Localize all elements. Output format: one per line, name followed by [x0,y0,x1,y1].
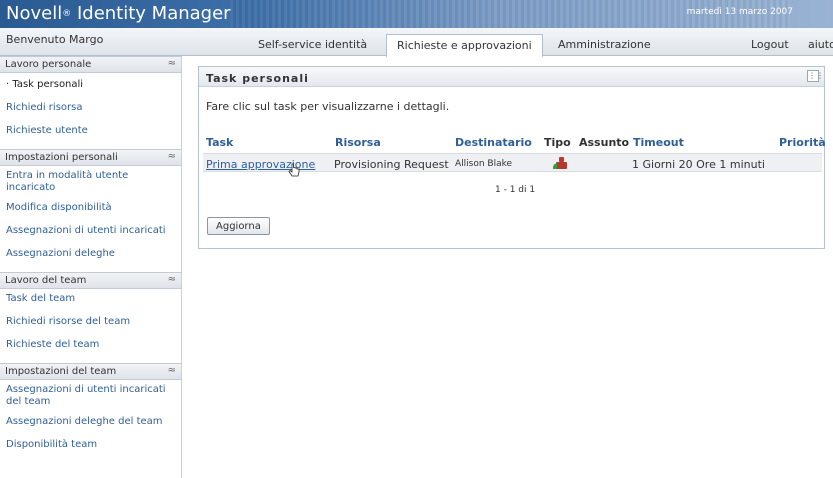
panel-title: Task personali [206,72,309,85]
header-date: martedì 13 marzo 2007 [686,7,793,17]
sidebar-item-team-requests[interactable]: Richieste del team [0,339,181,351]
sidebar-item-team-proxy-assignments[interactable]: Assegnazioni di utenti incaricati del te… [0,384,181,408]
collapse-icon[interactable]: ≈ [168,58,176,69]
help-link[interactable]: aiuto [808,38,833,51]
sidebar-item-label: Task personali [12,79,84,90]
column-header-assigned: Assunto [579,136,630,149]
sidebar-section-team-work[interactable]: Lavoro del team ≈ [0,272,181,289]
column-header-type: Tipo [544,136,571,149]
section-title: Lavoro personale [5,59,92,70]
cell-resource: Provisioning Request [334,158,449,171]
column-header-priority[interactable]: Priorità [779,136,826,149]
sidebar-item-my-requests[interactable]: Richieste utente [0,125,181,137]
column-header-task[interactable]: Task [206,136,233,149]
sidebar-item-my-tasks[interactable]: · Task personali [0,79,181,91]
logout-link[interactable]: Logout [751,38,789,51]
sidebar-item-edit-availability[interactable]: Modifica disponibilità [0,202,181,214]
column-header-timeout[interactable]: Timeout [633,136,684,149]
column-header-resource[interactable]: Risorsa [335,136,381,149]
sidebar-item-proxy-assignments[interactable]: Assegnazioni di utenti incaricati [0,225,181,237]
sidebar-section-personal-settings[interactable]: Impostazioni personali ≈ [0,149,181,166]
column-header-recipient[interactable]: Destinatario [455,136,532,149]
section-title: Impostazioni del team [5,366,117,377]
provisioning-icon [553,157,567,169]
collapse-icon[interactable]: ≈ [168,151,176,162]
sidebar-item-proxy-mode[interactable]: Entra in modalità utente incaricato [0,170,181,194]
hand-cursor-icon [288,163,300,177]
brand-registered-mark: ® [62,9,72,19]
cell-recipient: Allison Blake [455,159,513,169]
top-nav: Benvenuto Margo Self-service identità Ri… [0,28,833,57]
collapse-icon[interactable]: ≈ [168,274,176,285]
sidebar-section-team-settings[interactable]: Impostazioni del team ≈ [0,363,181,380]
app-brand: Novell® Identity Manager [6,3,231,24]
app-header: Novell® Identity Manager martedì 13 marz… [0,0,833,28]
brand-product: Identity Manager [76,3,231,24]
instructions-text: Fare clic sul task per visualizzarne i d… [206,100,450,113]
sidebar-item-team-tasks[interactable]: Task del team [0,293,181,305]
sidebar-item-team-delegate-assignments[interactable]: Assegnazioni deleghe del team [0,416,181,428]
sidebar-item-request-resource[interactable]: Richiedi risorsa [0,102,181,114]
sidebar-section-personal-work[interactable]: Lavoro personale ≈ [0,56,181,73]
pagination-text: 1 - 1 di 1 [495,185,536,195]
tab-requests-approvals[interactable]: Richieste e approvazioni [386,34,543,57]
section-title: Impostazioni personali [5,152,118,163]
panel-header: Task personali ⋮⋮ [199,67,824,87]
tab-self-service[interactable]: Self-service identità [248,34,377,56]
collapse-icon[interactable]: ≈ [168,365,176,376]
section-title: Lavoro del team [5,275,87,286]
sidebar-item-team-availability[interactable]: Disponibilità team [0,439,181,451]
brand-name: Novell [6,3,63,24]
sidebar-item-request-team-resources[interactable]: Richiedi risorse del team [0,316,181,328]
welcome-text: Benvenuto Margo [6,33,104,46]
refresh-button[interactable]: Aggiorna [207,217,270,235]
sidebar: Lavoro personale ≈ · Task personali Rich… [0,56,182,478]
tab-administration[interactable]: Amministrazione [548,34,661,56]
panel-menu-icon[interactable]: ⋮⋮ [807,70,824,82]
my-tasks-panel: Task personali ⋮⋮ Fare clic sul task per… [198,66,826,249]
cell-timeout: 1 Giorni 20 Ore 1 minuti [632,158,765,171]
sidebar-item-delegate-assignments[interactable]: Assegnazioni deleghe [0,248,181,260]
